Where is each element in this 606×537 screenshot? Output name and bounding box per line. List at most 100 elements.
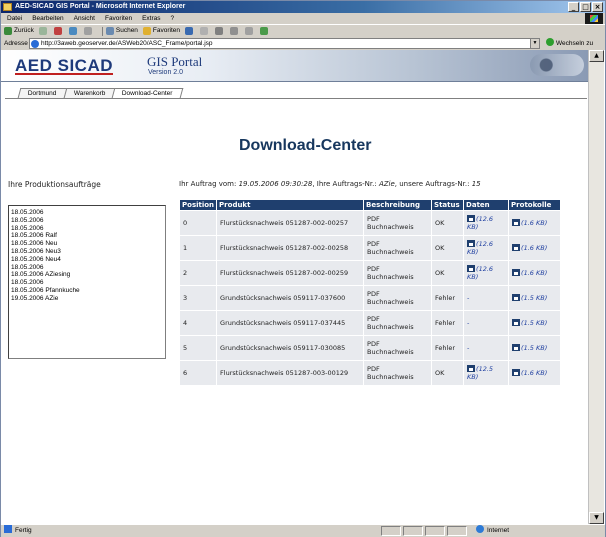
cell-data-download[interactable]: - xyxy=(464,311,509,335)
list-item[interactable]: 18.05.2006 Pfannkuche xyxy=(11,287,163,295)
favorites-button[interactable]: Favoriten xyxy=(142,25,181,37)
list-item[interactable]: 18.05.2006 Neu3 xyxy=(11,248,163,256)
cell-log-download[interactable]: (1.5 KB) xyxy=(509,311,561,335)
cell-data-download[interactable]: (12.6 KB) xyxy=(464,211,509,235)
cell-status: Fehler xyxy=(432,311,464,335)
search-icon xyxy=(105,27,114,35)
cell-product: Flurstücksnachweis 051287-002-00258 xyxy=(217,236,364,260)
address-url: http://3aweb.geoserver.de/ASWeb20/ASC_Fr… xyxy=(41,40,213,47)
cell-log-download[interactable]: (1.6 KB) xyxy=(509,211,561,235)
log-size[interactable]: (1.6 KB) xyxy=(521,369,547,377)
log-size[interactable]: (1.5 KB) xyxy=(521,319,547,327)
maximize-button[interactable]: □ xyxy=(580,2,591,12)
window-title: AED-SICAD GIS Portal - Microsoft Interne… xyxy=(15,3,186,10)
orders-label: Ihre Produktionsaufträge xyxy=(8,180,101,189)
messenger-button[interactable] xyxy=(260,27,270,35)
download-icon[interactable] xyxy=(512,269,521,276)
cell-product: Flurstücksnachweis 051287-002-00259 xyxy=(217,261,364,285)
mail-button[interactable] xyxy=(200,27,210,35)
favorites-label: Favoriten xyxy=(152,27,181,34)
list-item[interactable]: 19.05.2006 AZie xyxy=(11,295,163,303)
status-bar: Fertig Internet xyxy=(1,524,605,537)
log-size[interactable]: (1.5 KB) xyxy=(521,344,547,352)
download-icon[interactable] xyxy=(512,244,521,251)
orders-listbox[interactable]: 18.05.2006 18.05.2006 18.05.2006 18.05.2… xyxy=(8,205,166,359)
order-info-mid2: , unsere Auftrags-Nr.: xyxy=(394,180,472,188)
menu-favoriten[interactable]: Favoriten xyxy=(105,15,132,22)
minimize-button[interactable]: _ xyxy=(568,2,579,12)
cell-log-download[interactable]: (1.6 KB) xyxy=(509,261,561,285)
menu-bearbeiten[interactable]: Bearbeiten xyxy=(32,15,63,22)
scroll-up-arrow[interactable]: ▲ xyxy=(589,50,604,62)
refresh-icon xyxy=(68,27,77,35)
home-button[interactable] xyxy=(83,27,94,35)
list-item[interactable]: 18.05.2006 xyxy=(11,264,163,272)
refresh-button[interactable] xyxy=(68,27,79,35)
ie-app-icon xyxy=(3,3,12,11)
log-size[interactable]: (1.6 KB) xyxy=(521,269,547,277)
cell-data-download[interactable]: (12.6 KB) xyxy=(464,236,509,260)
tab-dortmund-label: Dortmund xyxy=(27,90,57,97)
log-size[interactable]: (1.5 KB) xyxy=(521,294,547,302)
download-icon[interactable] xyxy=(512,369,521,376)
download-icon[interactable] xyxy=(512,344,521,351)
back-button[interactable]: Zurück xyxy=(4,25,34,37)
log-size[interactable]: (1.6 KB) xyxy=(521,219,547,227)
cell-log-download[interactable]: (1.5 KB) xyxy=(509,336,561,360)
search-button[interactable]: Suchen xyxy=(105,25,138,37)
forward-button[interactable] xyxy=(38,27,49,35)
col-beschreibung: Beschreibung xyxy=(364,200,432,210)
cell-log-download[interactable]: (1.5 KB) xyxy=(509,286,561,310)
tab-download-center[interactable]: Download-Center xyxy=(111,88,184,98)
download-icon[interactable] xyxy=(467,215,476,222)
menu-extras[interactable]: Extras xyxy=(142,15,160,22)
list-item[interactable]: 18.05.2006 Ralf xyxy=(11,232,163,240)
stop-button[interactable] xyxy=(53,27,64,35)
table-row: 5 Grundstücksnachweis 059117-030085 PDF … xyxy=(180,336,561,360)
cell-product: Grundstücksnachweis 059117-037600 xyxy=(217,286,364,310)
menu-help[interactable]: ? xyxy=(171,15,175,22)
download-icon[interactable] xyxy=(512,219,521,226)
download-icon[interactable] xyxy=(512,319,521,326)
history-button[interactable] xyxy=(185,27,195,35)
cell-data-download[interactable]: (12.5 KB) xyxy=(464,361,509,385)
list-item[interactable]: 18.05.2006 AZiesing xyxy=(11,271,163,279)
cell-log-download[interactable]: (1.6 KB) xyxy=(509,236,561,260)
back-label: Zurück xyxy=(14,27,34,34)
cell-position: 2 xyxy=(180,261,217,285)
cell-data-download[interactable]: (12.6 KB) xyxy=(464,261,509,285)
cell-log-download[interactable]: (1.6 KB) xyxy=(509,361,561,385)
address-input[interactable]: http://3aweb.geoserver.de/ASWeb20/ASC_Fr… xyxy=(29,38,540,49)
vertical-scrollbar[interactable]: ▲ ▼ xyxy=(588,50,604,524)
cell-data-download[interactable]: - xyxy=(464,286,509,310)
list-item[interactable]: 18.05.2006 xyxy=(11,225,163,233)
menu-ansicht[interactable]: Ansicht xyxy=(74,15,95,22)
list-item[interactable]: 18.05.2006 xyxy=(11,209,163,217)
scroll-down-arrow[interactable]: ▼ xyxy=(589,512,604,524)
go-button[interactable]: Wechseln zu xyxy=(546,37,593,50)
close-button[interactable]: × xyxy=(592,2,603,12)
status-ready: Fertig xyxy=(4,525,32,537)
discuss-button[interactable] xyxy=(245,27,255,35)
download-icon[interactable] xyxy=(467,265,476,272)
address-dropdown[interactable]: ▼ xyxy=(530,39,539,48)
list-item[interactable]: 18.05.2006 xyxy=(11,217,163,225)
download-icon[interactable] xyxy=(512,294,521,301)
status-panel xyxy=(381,526,401,536)
menu-datei[interactable]: Datei xyxy=(7,15,22,22)
portal-header: AED SICAD GIS Portal Version 2.0 xyxy=(1,50,589,82)
tab-dortmund[interactable]: Dortmund xyxy=(17,88,67,98)
list-item[interactable]: 18.05.2006 xyxy=(11,279,163,287)
log-size[interactable]: (1.6 KB) xyxy=(521,244,547,252)
download-icon[interactable] xyxy=(467,240,476,247)
edit-button[interactable] xyxy=(230,27,240,35)
tab-warenkorb[interactable]: Warenkorb xyxy=(63,88,116,98)
col-daten: Daten xyxy=(464,200,509,210)
cell-data-download[interactable]: - xyxy=(464,336,509,360)
list-item[interactable]: 18.05.2006 Neu xyxy=(11,240,163,248)
cell-status: OK xyxy=(432,211,464,235)
download-icon[interactable] xyxy=(467,365,476,372)
cell-product: Grundstücksnachweis 059117-037445 xyxy=(217,311,364,335)
print-button[interactable] xyxy=(215,27,225,35)
list-item[interactable]: 18.05.2006 Neu4 xyxy=(11,256,163,264)
